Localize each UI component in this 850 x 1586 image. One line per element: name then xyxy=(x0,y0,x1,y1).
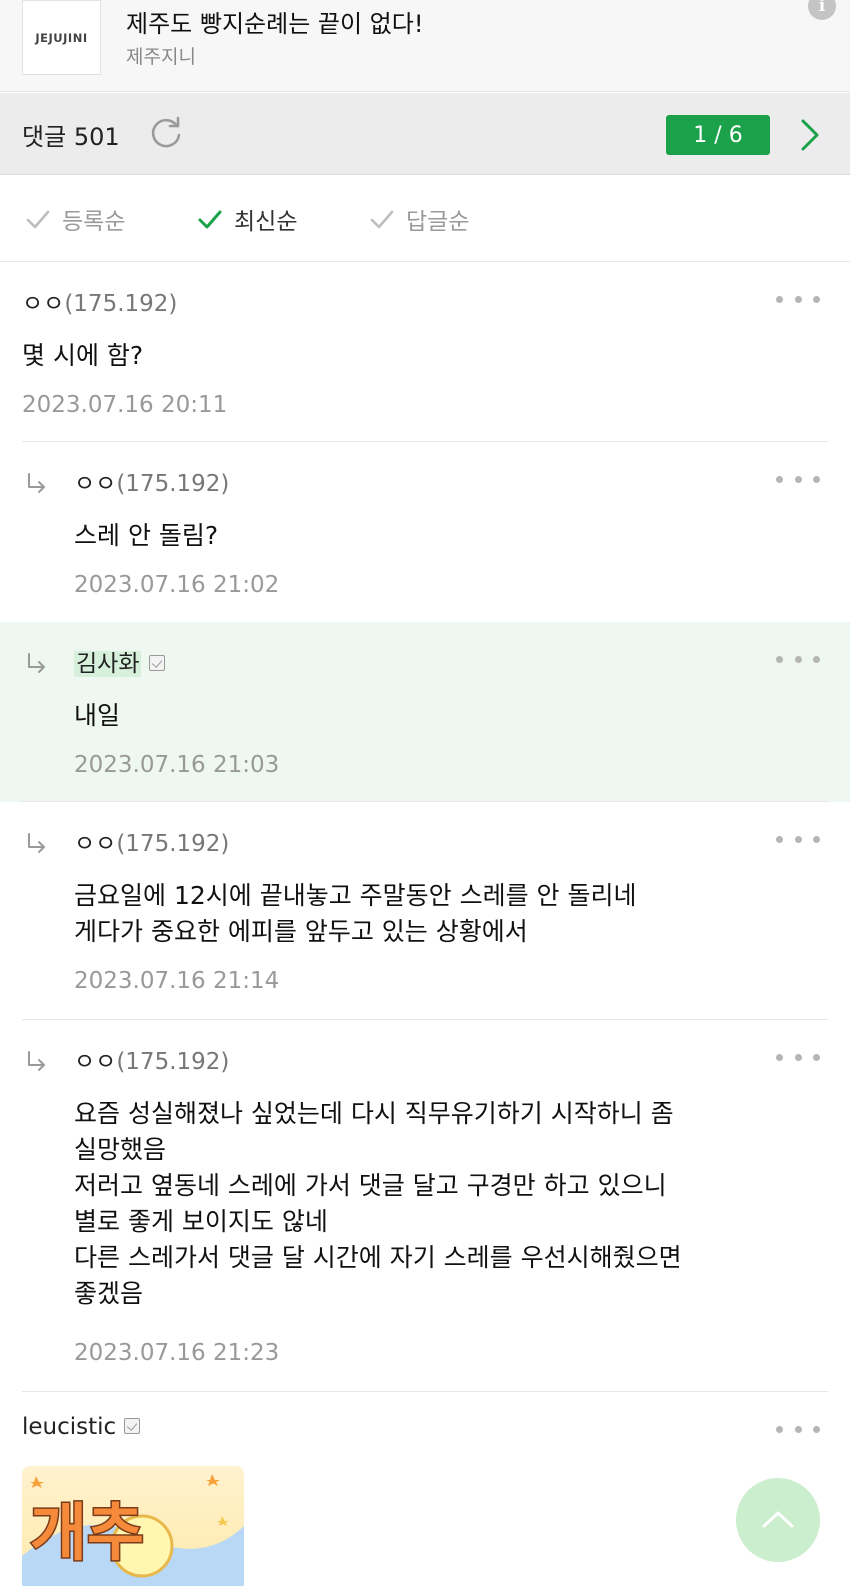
comment-date: 2023.07.16 21:03 xyxy=(74,752,280,778)
sort-tab-label: 답글순 xyxy=(406,209,470,235)
comment-date: 2023.07.16 21:23 xyxy=(74,1340,280,1366)
comment-author[interactable]: ㅇㅇ(175.192) xyxy=(74,824,229,858)
reply-item-highlighted: 김사화 내일 2023.07.16 21:03 xyxy=(0,622,850,802)
comment-count: 댓글 501 xyxy=(22,117,120,152)
reply-item: ㅇㅇ(175.192) 금요일에 12시에 끝내놓고 주말동안 스레를 안 돌리… xyxy=(0,802,850,1020)
dccon-image: 개추 xyxy=(22,1466,244,1586)
chevron-right-icon[interactable] xyxy=(796,115,824,155)
comment-text: 스레 안 돌림? xyxy=(74,521,219,550)
gallery-logo-text: JEJUJINI xyxy=(35,30,88,45)
sort-tab-label: 최신순 xyxy=(234,209,298,235)
comment-author[interactable]: ㅇㅇ(175.192) xyxy=(22,284,177,318)
info-icon[interactable]: i xyxy=(808,0,836,20)
reply-arrow-icon xyxy=(28,1051,45,1071)
more-options-icon[interactable] xyxy=(776,294,820,304)
sort-tab-label: 등록순 xyxy=(62,209,126,235)
comment-item: ㅇㅇ(175.192) 몇 시에 함? 2023.07.16 20:11 xyxy=(0,262,850,442)
more-options-icon[interactable] xyxy=(776,654,820,664)
author-nickname: ㅇㅇ xyxy=(22,291,65,317)
comment-author[interactable]: ㅇㅇ(175.192) xyxy=(74,464,229,498)
comment-text: 금요일에 12시에 끝내놓고 주말동안 스레를 안 돌리네 게다가 중요한 에피… xyxy=(74,881,637,946)
comment-bar: 댓글 501 1 / 6 xyxy=(0,93,850,175)
more-options-icon[interactable] xyxy=(776,474,820,484)
sort-tab-registered[interactable]: 등록순 xyxy=(24,202,125,236)
reply-item: ㅇㅇ(175.192) 스레 안 돌림? 2023.07.16 21:02 xyxy=(0,442,850,622)
reply-arrow-icon xyxy=(28,653,45,673)
dccon-sticker[interactable]: 개추 xyxy=(22,1466,244,1586)
post-header: JEJUJINI 제주도 빵지순례는 끝이 없다! 제주지니 i xyxy=(0,0,850,92)
author-nickname: leucistic xyxy=(22,1414,117,1440)
author-nickname: 김사화 xyxy=(74,651,142,677)
check-icon xyxy=(26,210,50,229)
page-separator: / xyxy=(707,122,729,148)
reply-arrow-icon xyxy=(28,833,45,853)
comment-author[interactable]: 김사화 xyxy=(74,644,166,678)
more-options-icon[interactable] xyxy=(776,834,820,844)
dccon-text: 개추 xyxy=(30,1496,144,1569)
member-badge-icon xyxy=(149,654,166,671)
check-icon xyxy=(198,210,222,229)
more-options-icon[interactable] xyxy=(776,1052,820,1062)
comment-count-label: 댓글 xyxy=(22,123,67,151)
sort-tabs: 등록순 최신순 답글순 xyxy=(0,176,850,262)
comment-count-number: 501 xyxy=(73,123,120,151)
sort-tab-replies[interactable]: 답글순 xyxy=(368,202,469,236)
reply-item: ㅇㅇ(175.192) 요즘 성실해졌나 싶었는데 다시 직무유기하기 시작하니… xyxy=(0,1020,850,1392)
sort-tab-latest[interactable]: 최신순 xyxy=(196,202,297,236)
comment-text: 몇 시에 함? xyxy=(22,341,144,370)
author-nickname: ㅇㅇ xyxy=(74,471,117,497)
gallery-logo[interactable]: JEJUJINI xyxy=(22,0,101,75)
member-badge-icon xyxy=(124,1417,141,1434)
author-ip: (175.192) xyxy=(64,291,178,317)
comment-text: 요즘 성실해졌나 싶었는데 다시 직무유기하기 시작하니 좀 실망했음 저러고 … xyxy=(74,1099,682,1308)
comment-text: 내일 xyxy=(74,701,121,730)
scroll-top-button[interactable] xyxy=(736,1478,820,1562)
page-current: 1 xyxy=(693,122,708,148)
more-options-icon[interactable] xyxy=(776,1424,820,1434)
post-title[interactable]: 제주도 빵지순례는 끝이 없다! xyxy=(126,4,423,39)
author-nickname: ㅇㅇ xyxy=(74,831,117,857)
comment-author[interactable]: ㅇㅇ(175.192) xyxy=(74,1042,229,1076)
comment-date: 2023.07.16 20:11 xyxy=(22,392,228,418)
gallery-name[interactable]: 제주지니 xyxy=(126,42,196,69)
reply-arrow-icon xyxy=(28,473,45,493)
check-icon xyxy=(370,210,394,229)
author-ip: (175.192) xyxy=(116,471,230,497)
chevron-up-icon xyxy=(762,1511,794,1528)
author-ip: (175.192) xyxy=(116,831,230,857)
comment-date: 2023.07.16 21:14 xyxy=(74,968,280,994)
refresh-icon[interactable] xyxy=(148,115,184,151)
page-indicator[interactable]: 1 / 6 xyxy=(666,115,770,155)
comment-author[interactable]: leucistic xyxy=(22,1414,141,1440)
author-ip: (175.192) xyxy=(116,1049,230,1075)
comment-date: 2023.07.16 21:02 xyxy=(74,572,280,598)
page-total: 6 xyxy=(728,122,743,148)
author-nickname: ㅇㅇ xyxy=(74,1049,117,1075)
